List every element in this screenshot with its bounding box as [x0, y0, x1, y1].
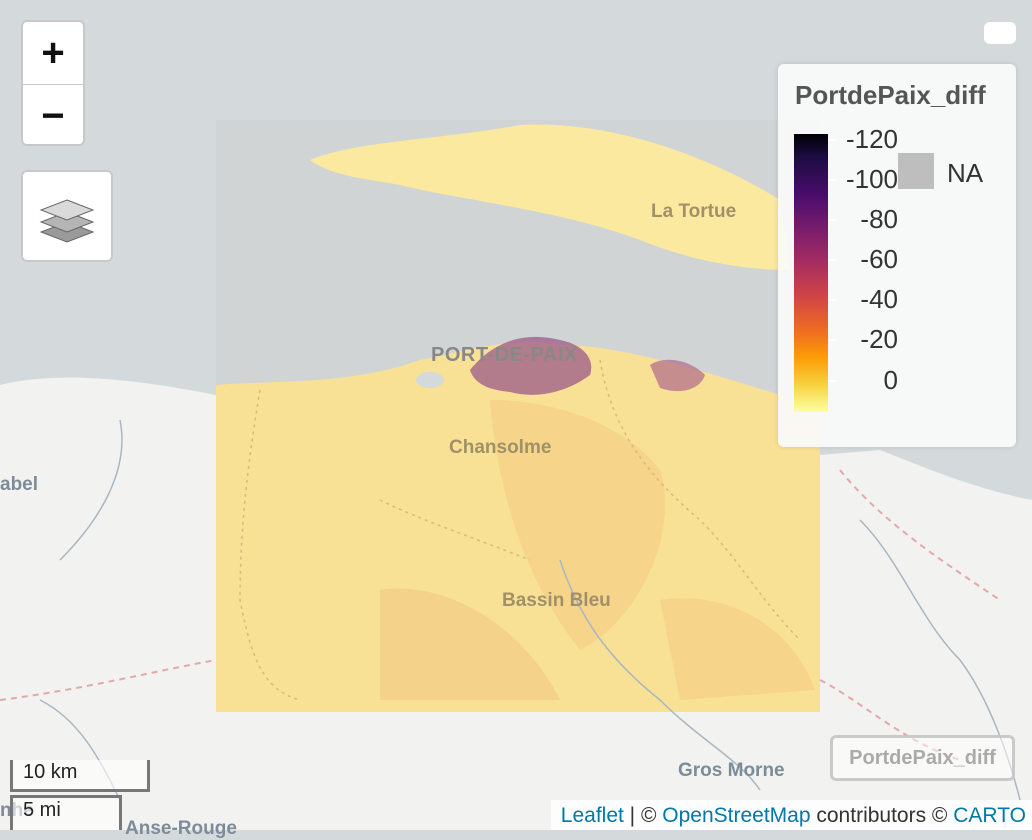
leaflet-link[interactable]: Leaflet: [561, 804, 624, 827]
top-right-control[interactable]: [984, 22, 1016, 44]
legend-tickmark: [828, 339, 836, 341]
zoom-control: + −: [21, 20, 85, 146]
place-label-port-de-paix: PORT-DE-PAIX: [431, 344, 578, 366]
legend-tick-label: -60: [860, 244, 898, 274]
scale-mi: 5 mi: [10, 795, 122, 830]
layer-toggle-button[interactable]: PortdePaix_diff: [830, 735, 1015, 781]
place-label-bassin-bleu: Bassin Bleu: [502, 590, 611, 611]
attribution-separator: | ©: [623, 804, 663, 827]
legend-tick-label: -120: [845, 124, 898, 154]
place-label-anse-rouge: Anse-Rouge: [125, 818, 237, 839]
scale-km: 10 km: [10, 760, 150, 792]
legend-tickmark: [828, 380, 836, 382]
legend-tickmark: [828, 179, 836, 181]
legend-na-swatch: [898, 153, 934, 189]
lake: [416, 372, 444, 388]
place-label-abel: abel: [0, 474, 39, 495]
legend-tickmark: [828, 259, 836, 261]
legend-na-label: NA: [947, 158, 984, 188]
legend-tick-label: -20: [860, 324, 898, 354]
place-label-chansolme: Chansolme: [449, 437, 552, 458]
legend-tick-label: -40: [860, 284, 898, 314]
zoom-in-button[interactable]: +: [23, 22, 83, 85]
attribution-text: contributors ©: [810, 804, 954, 827]
legend-tickmark: [828, 299, 836, 301]
legend: PortdePaix_diff -120 -100 -80 -60 -40 -2…: [778, 64, 1016, 447]
legend-tick-label: -80: [860, 204, 898, 234]
zoom-out-button[interactable]: −: [23, 85, 83, 144]
legend-color-bar: [794, 134, 828, 412]
layers-control-button[interactable]: [21, 170, 113, 262]
legend-tick-label: 0: [883, 365, 898, 395]
legend-tickmark: [828, 219, 836, 221]
legend-title: PortdePaix_diff: [795, 80, 986, 110]
legend-tick-label: -100: [845, 164, 898, 194]
attribution: Leaflet | © OpenStreetMap contributors ©…: [550, 800, 1032, 830]
carto-link[interactable]: CARTO: [953, 804, 1026, 827]
place-label-la-tortue: La Tortue: [651, 201, 737, 222]
osm-link[interactable]: OpenStreetMap: [662, 804, 810, 827]
layers-icon: [39, 199, 95, 243]
legend-tickmark: [828, 139, 836, 141]
place-label-gros-morne: Gros Morne: [678, 760, 785, 781]
